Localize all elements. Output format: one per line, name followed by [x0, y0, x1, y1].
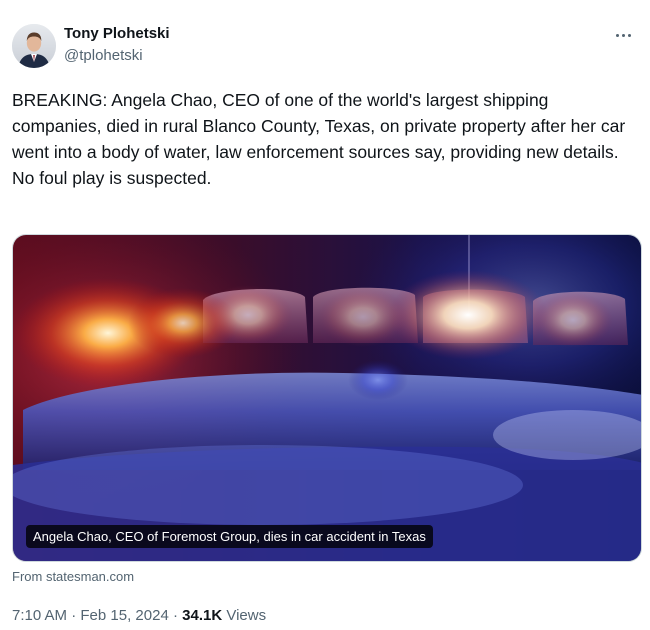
more-horizontal-icon-dot — [627, 33, 631, 37]
views-label: Views — [226, 607, 267, 624]
author-display-name[interactable]: Tony Plohetski — [64, 25, 170, 42]
tweet-meta: 7:10 AM · Feb 15, 2024 · 34.1K Views — [12, 607, 266, 624]
tweet-date[interactable]: Feb 15, 2024 — [80, 607, 168, 624]
author-handle[interactable]: @tplohetski — [64, 47, 143, 64]
image-caption: Angela Chao, CEO of Foremost Group, dies… — [26, 525, 433, 548]
avatar[interactable] — [12, 24, 56, 68]
meta-separator: · — [71, 607, 77, 624]
more-horizontal-icon-dot — [621, 33, 625, 37]
link-source[interactable]: From statesman.com — [12, 569, 134, 584]
tweet-card: Tony Plohetski @tplohetski BREAKING: Ang… — [0, 0, 650, 630]
tweet-time[interactable]: 7:10 AM — [12, 607, 67, 624]
link-card-image[interactable]: Angela Chao, CEO of Foremost Group, dies… — [12, 234, 642, 562]
more-horizontal-icon — [615, 33, 619, 37]
more-options-button[interactable] — [610, 22, 636, 48]
police-lights-image — [13, 235, 641, 561]
tweet-text: BREAKING: Angela Chao, CEO of one of the… — [12, 90, 626, 188]
views-count: 34.1K — [182, 607, 223, 624]
user-avatar-icon — [12, 24, 56, 68]
meta-separator-2: · — [172, 607, 178, 624]
